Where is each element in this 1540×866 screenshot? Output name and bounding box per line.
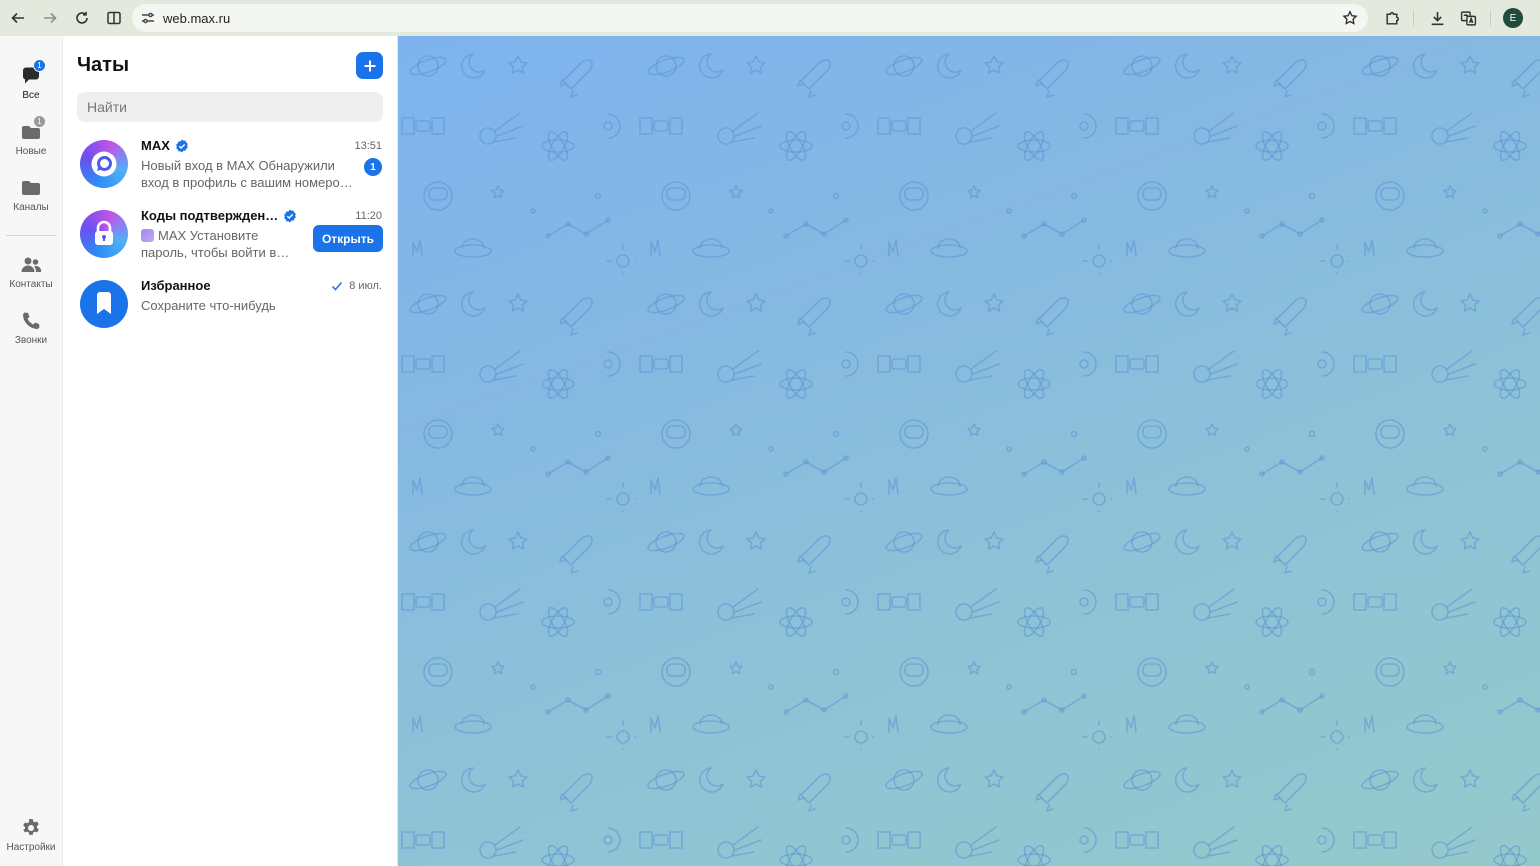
rail-item-calls[interactable]: Звонки [0,310,62,346]
split-view-button[interactable] [99,3,129,33]
rail-divider [6,235,56,236]
app-icon [141,229,154,242]
url-text[interactable]: web.max.ru [163,11,230,26]
extensions-button[interactable] [1377,0,1407,36]
rail-item-label: Контакты [9,279,53,290]
browser-toolbar: web.max.ru E [0,0,1540,36]
max-logo-icon [91,151,117,177]
rail-item-channels[interactable]: Каналы [0,177,62,213]
puzzle-icon [1385,11,1399,25]
chat-preview: Сохраните что-нибудь [141,298,276,313]
arrow-right-icon [44,12,57,24]
open-button[interactable]: Открыть [313,225,383,252]
back-button[interactable] [3,3,33,33]
star-icon[interactable] [1342,10,1358,26]
rail-item-label: Каналы [13,202,49,213]
verified-badge-icon [284,209,297,222]
chat-name: Коды подтвержден… [141,208,297,223]
page-title: Чаты [77,54,130,76]
rail-item-all[interactable]: 1 Все [0,59,62,101]
rail-item-new[interactable]: 1 Новые [0,115,62,157]
phone-icon [23,312,40,329]
new-chat-button[interactable] [356,52,383,79]
split-view-icon [107,11,121,25]
chat-time: 8 июл. [331,280,382,292]
address-bar[interactable]: web.max.ru [132,4,1368,32]
reload-icon [76,11,88,24]
rail-item-label: Настройки [6,842,56,853]
verified-badge-icon [176,139,188,152]
rail-item-label: Новые [15,146,47,157]
chat-list-panel: Чаты MAX 13:51 Новый вход в MAX Обнаружи… [63,36,398,866]
downloads-button[interactable] [1422,0,1452,36]
toolbar-divider [1490,10,1491,26]
chat-item-max[interactable]: MAX 13:51 Новый вход в MAX Обнаружили вх… [63,136,397,204]
avatar [80,140,128,188]
site-settings-icon[interactable] [140,10,156,26]
toolbar-divider [1413,10,1414,26]
translate-button[interactable] [1453,0,1483,36]
checkmark-icon [332,282,343,291]
translate-icon [1460,10,1476,26]
unread-badge: 1 [33,59,46,72]
unread-count-badge: 1 [364,158,382,176]
profile-avatar[interactable]: E [1503,8,1523,28]
bookmark-icon [97,292,111,314]
chat-preview: Новый вход в MAX Обнаружили вход в профи… [141,158,353,190]
search-input[interactable] [77,92,383,122]
plus-icon [364,60,375,71]
rail-item-label: Все [22,90,40,101]
rail-item-contacts[interactable]: Контакты [0,254,62,290]
arrow-left-icon [11,12,24,24]
chat-preview: MAX Установите пароль, чтобы войти в… [141,228,290,260]
chat-wallpaper [398,36,1540,866]
rail-item-settings[interactable]: Настройки [0,817,62,853]
rail-item-label: Звонки [14,335,48,346]
gear-icon [23,819,39,835]
space-doodle-pattern [398,36,1540,866]
chat-time: 13:51 [354,140,382,152]
download-icon [1431,11,1443,25]
contacts-icon [21,257,42,272]
unread-badge: 1 [33,115,46,128]
chat-name: MAX [141,138,189,153]
chat-item-codes[interactable]: Коды подтвержден… 11:20 MAX Установите п… [63,206,397,274]
chat-name: Избранное [141,278,211,293]
avatar [80,210,128,258]
chat-item-favorites[interactable]: Избранное 8 июл. Сохраните что-нибудь [63,276,397,344]
nav-rail: 1 Все 1 Новые Каналы Контакты Звонки Нас… [0,36,63,866]
forward-button[interactable] [35,3,65,33]
folder-icon [22,181,40,195]
chat-time: 11:20 [355,210,382,222]
lock-icon [95,220,113,245]
avatar [80,280,128,328]
reload-button[interactable] [67,3,97,33]
